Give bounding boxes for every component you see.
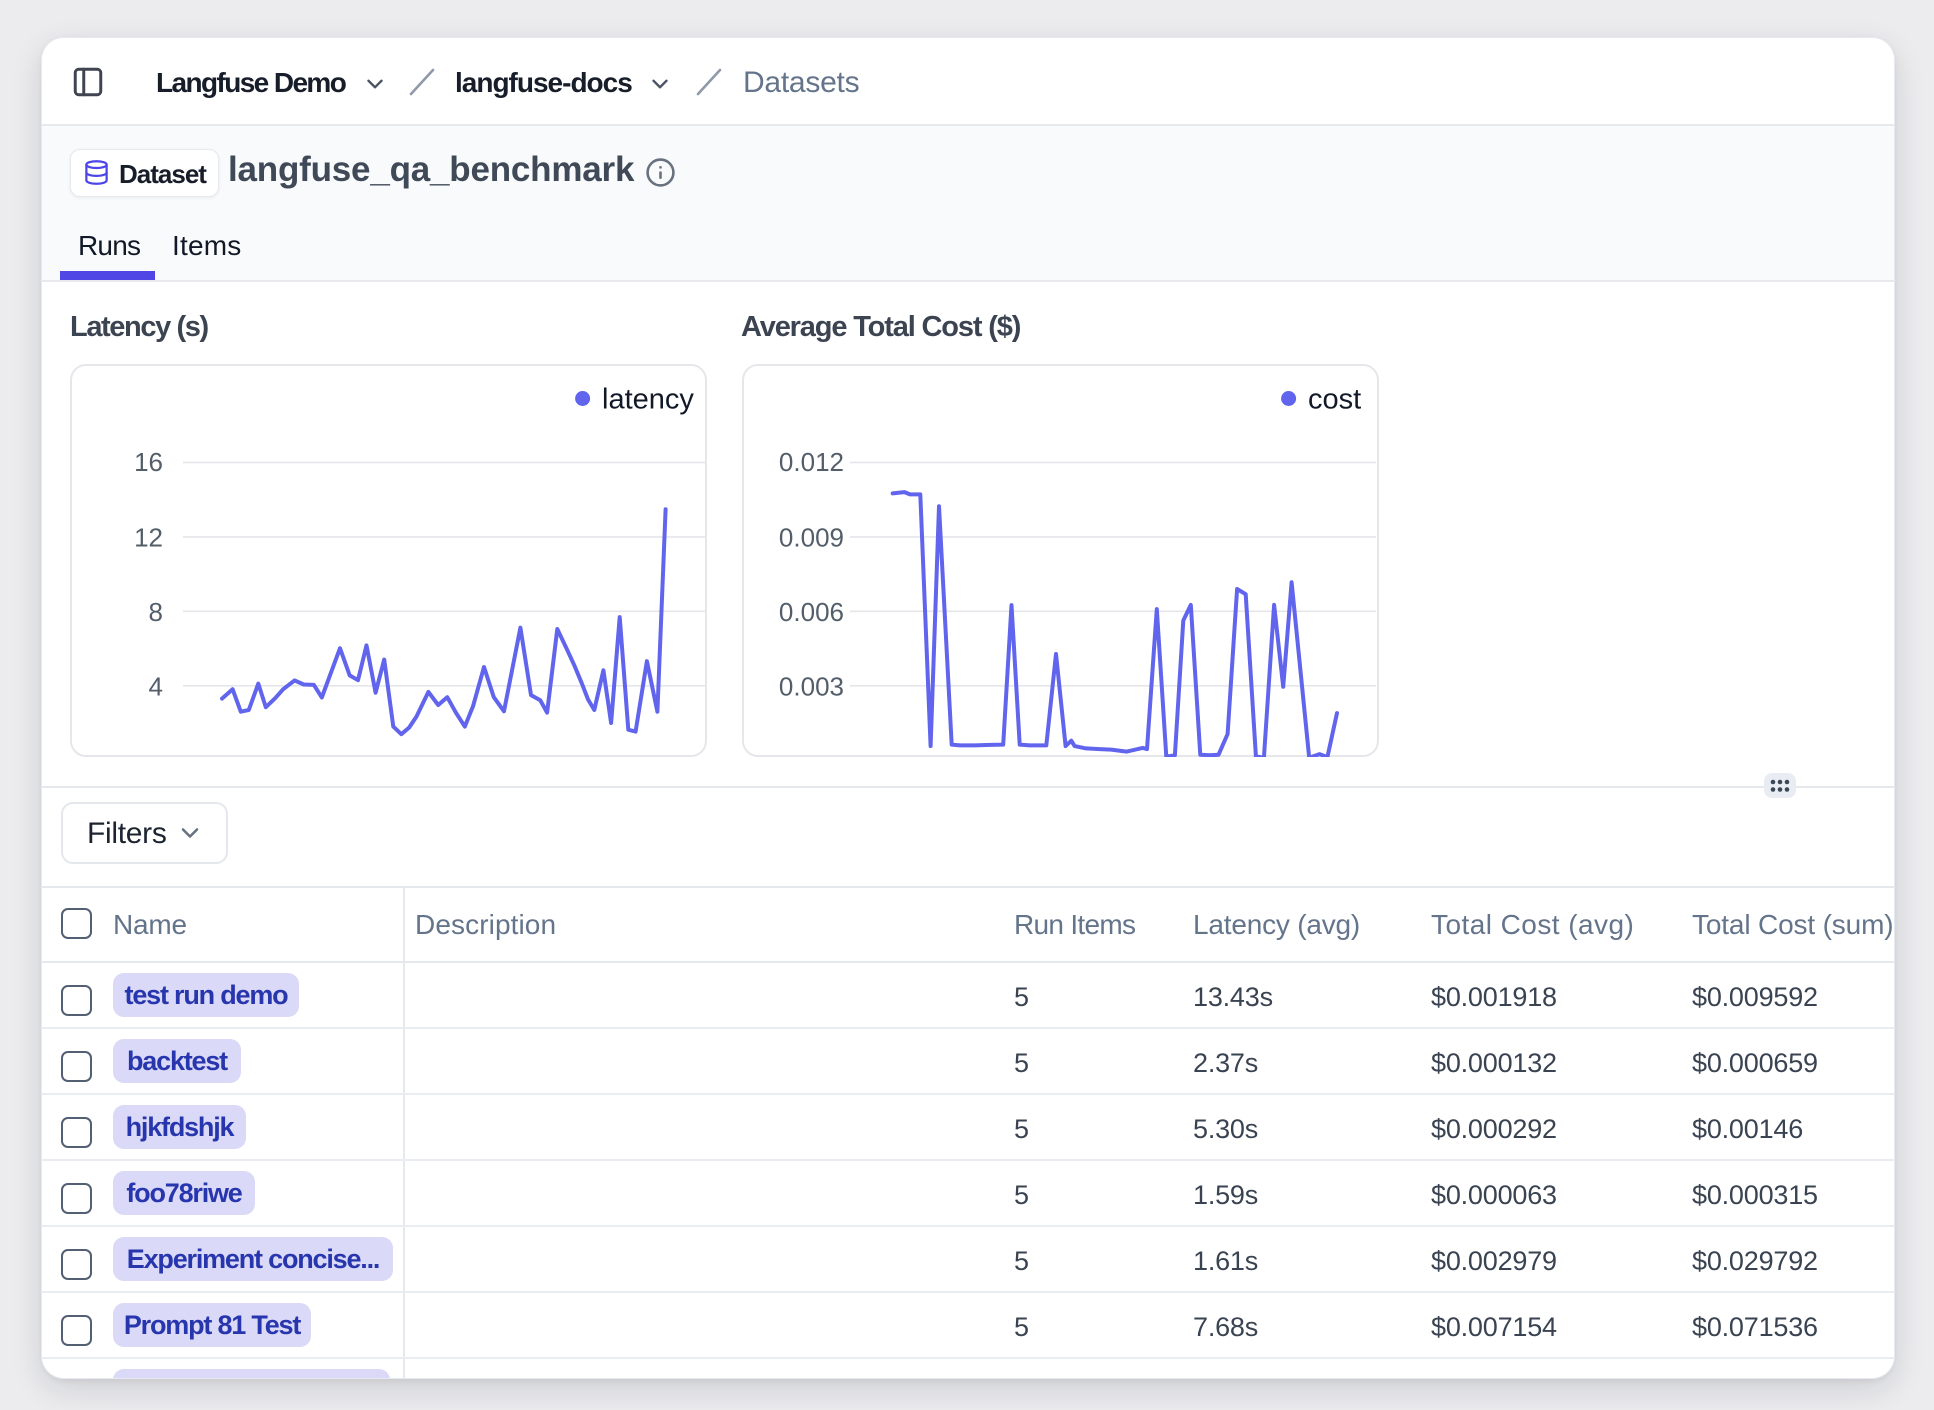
svg-text:cost: cost (1308, 384, 1361, 416)
svg-text:0.006: 0.006 (779, 597, 844, 627)
svg-text:0.012: 0.012 (779, 447, 844, 477)
svg-text:16: 16 (134, 447, 163, 477)
svg-text:0.009: 0.009 (779, 523, 844, 553)
svg-text:0.003: 0.003 (779, 672, 844, 702)
svg-text:4: 4 (149, 672, 163, 702)
svg-text:8: 8 (149, 597, 163, 627)
svg-text:latency: latency (602, 384, 694, 416)
svg-text:12: 12 (134, 523, 163, 553)
